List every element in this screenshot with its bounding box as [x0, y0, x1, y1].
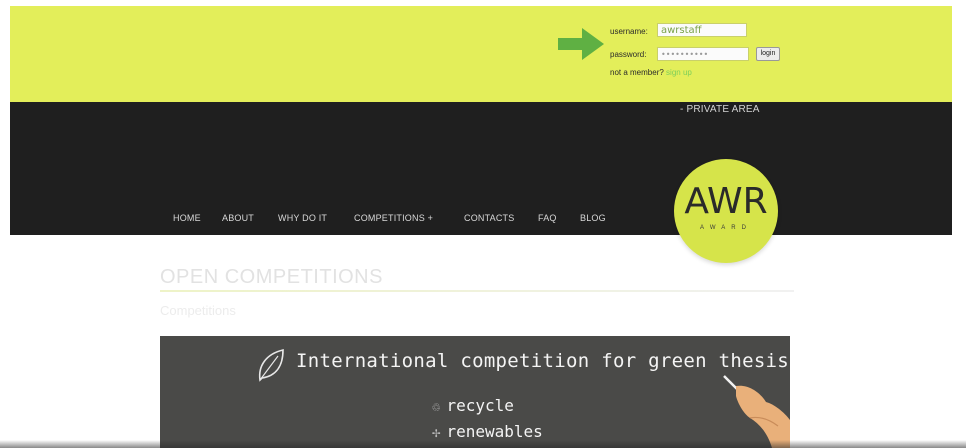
hand-chalk-icon	[723, 375, 790, 448]
username-label: username:	[610, 27, 648, 36]
banner-title: International competition for green thes…	[296, 350, 790, 372]
competition-banner[interactable]: International competition for green thes…	[160, 336, 790, 448]
wind-turbine-icon: ✢	[432, 425, 441, 441]
top-login-bar	[10, 6, 952, 102]
nav-why-do-it[interactable]: WHY DO IT	[278, 213, 327, 223]
private-area-link[interactable]: - PRIVATE AREA	[680, 104, 760, 115]
logo-subtext: AWARD	[700, 225, 752, 231]
banner-item-label: renewables	[446, 422, 543, 441]
awr-logo[interactable]: AWR AWARD	[674, 159, 778, 263]
not-member-text: not a member?	[610, 68, 664, 77]
banner-item-recycle: ♲ recycle	[432, 396, 514, 415]
nav-blog[interactable]: BLOG	[580, 213, 606, 223]
nav-home[interactable]: HOME	[173, 213, 201, 223]
nav-contacts[interactable]: CONTACTS	[464, 213, 514, 223]
nav-competitions[interactable]: COMPETITIONS +	[354, 213, 433, 223]
page-subtitle: Competitions	[160, 303, 236, 318]
signup-link[interactable]: sign up	[666, 68, 692, 77]
recycle-icon: ♲	[432, 399, 441, 415]
username-field[interactable]	[657, 23, 747, 37]
banner-item-renewables: ✢ renewables	[432, 422, 543, 441]
bottom-shadow	[0, 440, 966, 448]
arrow-right-icon	[558, 28, 604, 60]
logo-text: AWR	[684, 181, 768, 222]
login-button[interactable]: login	[756, 47, 780, 61]
password-label: password:	[610, 50, 647, 59]
signup-prompt: not a member? sign up	[610, 68, 692, 77]
banner-item-label: recycle	[446, 396, 514, 415]
password-field[interactable]	[657, 47, 749, 61]
page-title: OPEN COMPETITIONS	[160, 266, 383, 288]
title-divider	[160, 290, 794, 292]
nav-about[interactable]: ABOUT	[222, 213, 254, 223]
leaf-icon	[258, 348, 284, 382]
nav-faq[interactable]: FAQ	[538, 213, 557, 223]
